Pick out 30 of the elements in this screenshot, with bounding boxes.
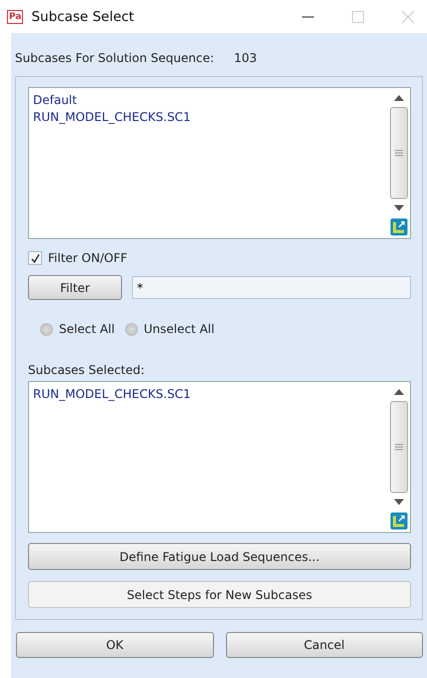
scroll-thumb[interactable] [390,107,408,199]
section-label: Subcases Selected: [28,363,146,377]
filter-button[interactable]: Filter [28,275,122,300]
list-item[interactable]: RUN_MODEL_CHECKS.SC1 [33,386,384,403]
list-box[interactable]: Default RUN_MODEL_CHECKS.SC1 [28,87,411,239]
scroll-down-icon[interactable] [393,498,405,506]
checkbox[interactable] [28,251,42,265]
list-item[interactable]: Default [33,92,384,109]
action-button[interactable]: Define Fatigue Load Sequences... [28,543,411,570]
scroll-up-icon[interactable] [393,94,405,102]
radio-label[interactable]: Select All [59,322,115,336]
cancel-button[interactable]: Cancel [226,632,423,658]
filter-field[interactable]: * [132,276,411,299]
ok-button[interactable]: OK [16,632,214,658]
app-icon: Pa [7,10,24,24]
checkbox-label[interactable]: Filter ON/OFF [48,251,128,265]
sequence-label: Subcases For Solution Sequence: [15,51,214,65]
radio-label[interactable]: Unselect All [144,322,214,336]
list-item[interactable]: RUN_MODEL_CHECKS.SC1 [33,109,384,126]
expand-icon[interactable] [390,218,408,236]
action-button[interactable]: Select Steps for New Subcases [28,581,411,608]
radio-button[interactable] [40,322,53,336]
list-box[interactable]: RUN_MODEL_CHECKS.SC1 [28,381,411,533]
expand-icon[interactable] [390,512,408,530]
scroll-down-icon[interactable] [393,204,405,212]
scroll-thumb[interactable] [390,401,408,493]
radio-button[interactable] [124,322,138,336]
sequence-value: 103 [234,51,257,65]
window-title: Subcase Select [31,8,134,24]
scroll-up-icon[interactable] [393,388,405,396]
